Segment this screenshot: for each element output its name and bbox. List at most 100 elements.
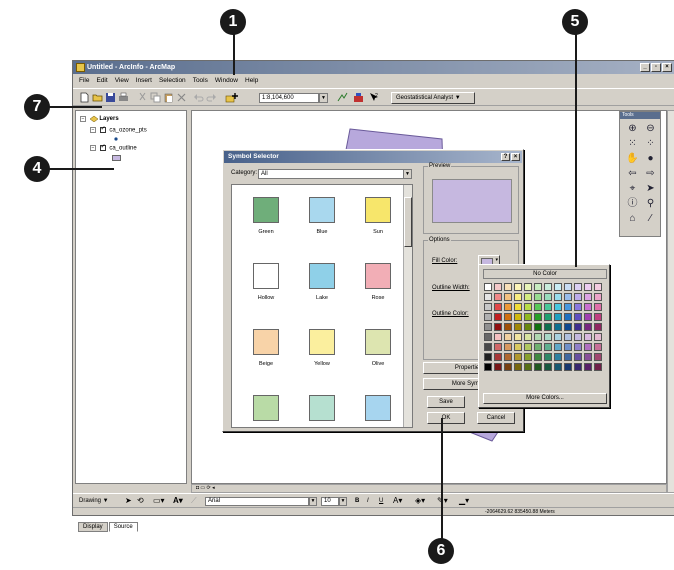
palette-color-cell[interactable] xyxy=(484,313,492,321)
geostatistical-analyst-menu[interactable]: Geostatistical Analyst ▼ xyxy=(391,92,475,104)
toc-root-row[interactable]: − Layers xyxy=(80,115,119,123)
copy-icon[interactable] xyxy=(150,92,161,103)
palette-color-cell[interactable] xyxy=(534,313,542,321)
font-name-select[interactable]: Arial xyxy=(205,497,309,506)
palette-color-cell[interactable] xyxy=(514,343,522,351)
palette-color-cell[interactable] xyxy=(554,303,562,311)
palette-color-cell[interactable] xyxy=(514,313,522,321)
fixed-zoom-out-icon[interactable]: ⁘ xyxy=(644,138,657,150)
menu-window[interactable]: Window xyxy=(215,75,238,87)
layer-visibility-checkbox[interactable] xyxy=(99,143,106,151)
palette-color-cell[interactable] xyxy=(574,323,582,331)
palette-color-cell[interactable] xyxy=(484,283,492,291)
menu-edit[interactable]: Edit xyxy=(96,75,107,87)
menu-insert[interactable]: Insert xyxy=(136,75,152,87)
palette-color-cell[interactable] xyxy=(554,323,562,331)
symbol-item[interactable]: Blue xyxy=(294,193,350,249)
arctoolbox-icon[interactable] xyxy=(353,92,364,103)
palette-color-cell[interactable] xyxy=(594,333,602,341)
palette-color-cell[interactable] xyxy=(524,323,532,331)
palette-color-cell[interactable] xyxy=(584,363,592,371)
palette-color-cell[interactable] xyxy=(584,333,592,341)
menu-selection[interactable]: Selection xyxy=(159,75,186,87)
palette-color-cell[interactable] xyxy=(494,343,502,351)
palette-color-cell[interactable] xyxy=(504,353,512,361)
tab-source[interactable]: Source xyxy=(108,522,138,532)
palette-color-cell[interactable] xyxy=(574,353,582,361)
palette-color-cell[interactable] xyxy=(504,293,512,301)
font-size-select[interactable]: 10 xyxy=(321,497,339,506)
palette-color-cell[interactable] xyxy=(584,343,592,351)
symbol-item[interactable]: Green xyxy=(238,391,294,427)
palette-color-cell[interactable] xyxy=(504,323,512,331)
category-select[interactable]: All ▼ xyxy=(258,169,412,179)
palette-color-cell[interactable] xyxy=(584,303,592,311)
palette-color-cell[interactable] xyxy=(534,343,542,351)
palette-color-cell[interactable] xyxy=(594,353,602,361)
save-button[interactable]: Save xyxy=(427,396,465,408)
minimize-button[interactable]: _ xyxy=(640,63,650,72)
symbol-list-scrollbar[interactable] xyxy=(403,185,412,427)
palette-color-cell[interactable] xyxy=(524,283,532,291)
symbol-item[interactable]: Lake xyxy=(294,259,350,315)
rectangle-icon[interactable]: ▭▾ xyxy=(153,494,165,508)
editor-toolbar-icon[interactable] xyxy=(337,92,348,103)
palette-color-cell[interactable] xyxy=(544,303,552,311)
palette-color-cell[interactable] xyxy=(534,303,542,311)
palette-color-cell[interactable] xyxy=(574,333,582,341)
menu-view[interactable]: View xyxy=(115,75,129,87)
find-icon[interactable]: ⚲ xyxy=(644,198,657,210)
palette-color-cell[interactable] xyxy=(574,303,582,311)
palette-color-cell[interactable] xyxy=(584,323,592,331)
bold-button[interactable]: B xyxy=(355,494,359,508)
cut-icon[interactable] xyxy=(137,92,148,103)
palette-color-cell[interactable] xyxy=(514,293,522,301)
palette-color-cell[interactable] xyxy=(494,283,502,291)
palette-color-cell[interactable] xyxy=(534,323,542,331)
scrollbar-thumb[interactable] xyxy=(404,197,412,247)
fill-color-icon[interactable]: ◈▾ xyxy=(415,494,425,508)
layout-view-icon[interactable]: ▭ xyxy=(200,485,205,491)
palette-color-cell[interactable] xyxy=(524,363,532,371)
symbol-item[interactable]: Rose xyxy=(350,259,406,315)
palette-color-cell[interactable] xyxy=(544,343,552,351)
fixed-zoom-in-icon[interactable]: ⁙ xyxy=(626,138,639,150)
palette-color-cell[interactable] xyxy=(534,333,542,341)
more-colors-button[interactable]: More Colors... xyxy=(483,393,607,404)
italic-button[interactable]: I xyxy=(367,494,369,508)
palette-color-cell[interactable] xyxy=(514,353,522,361)
palette-color-cell[interactable] xyxy=(534,353,542,361)
palette-color-cell[interactable] xyxy=(594,293,602,301)
palette-color-cell[interactable] xyxy=(484,333,492,341)
layer-visibility-checkbox[interactable] xyxy=(99,125,106,133)
palette-color-cell[interactable] xyxy=(574,343,582,351)
palette-color-cell[interactable] xyxy=(534,293,542,301)
new-text-icon[interactable]: A▾ xyxy=(173,494,183,508)
collapse-icon[interactable]: − xyxy=(90,145,96,151)
palette-color-cell[interactable] xyxy=(554,293,562,301)
palette-color-cell[interactable] xyxy=(524,343,532,351)
symbol-item[interactable]: Yellow xyxy=(294,325,350,381)
back-extent-icon[interactable]: ⇦ xyxy=(626,168,639,180)
palette-color-cell[interactable] xyxy=(554,363,562,371)
tab-display[interactable]: Display xyxy=(78,522,108,532)
palette-color-cell[interactable] xyxy=(484,323,492,331)
zoom-in-icon[interactable]: ⊕ xyxy=(626,123,639,135)
palette-color-cell[interactable] xyxy=(514,283,522,291)
menu-tools[interactable]: Tools xyxy=(193,75,208,87)
palette-color-cell[interactable] xyxy=(494,323,502,331)
palette-color-cell[interactable] xyxy=(574,363,582,371)
palette-color-cell[interactable] xyxy=(584,283,592,291)
palette-color-cell[interactable] xyxy=(484,303,492,311)
palette-color-cell[interactable] xyxy=(484,363,492,371)
symbol-item[interactable]: Olive xyxy=(350,325,406,381)
palette-color-cell[interactable] xyxy=(554,333,562,341)
refresh-icon[interactable]: ⟳ xyxy=(207,485,211,491)
edit-vertices-icon[interactable]: ⟋ xyxy=(191,494,197,508)
forward-extent-icon[interactable]: ⇨ xyxy=(644,168,657,180)
go-to-xy-icon[interactable]: ⌂ xyxy=(626,213,639,225)
palette-color-cell[interactable] xyxy=(594,283,602,291)
font-size-dropdown[interactable]: ▼ xyxy=(339,497,347,506)
palette-color-cell[interactable] xyxy=(564,293,572,301)
palette-color-cell[interactable] xyxy=(504,363,512,371)
